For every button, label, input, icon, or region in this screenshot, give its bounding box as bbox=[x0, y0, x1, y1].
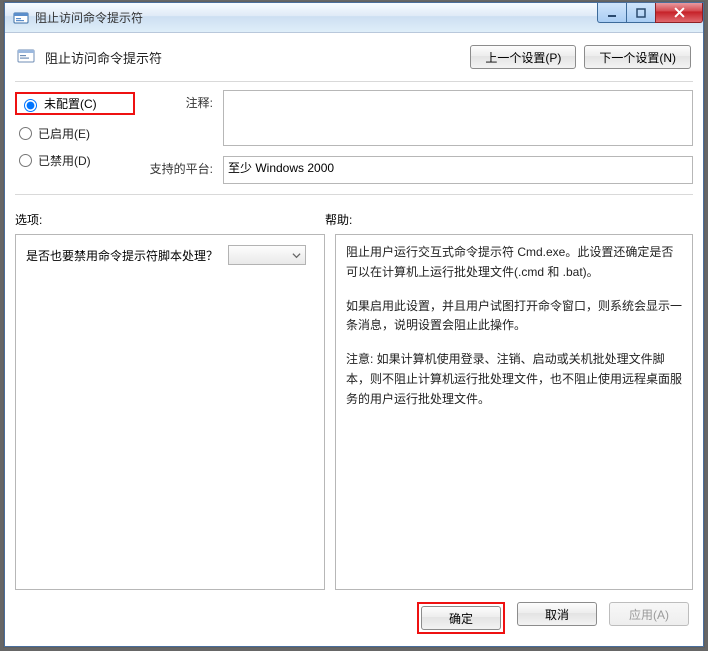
previous-setting-button[interactable]: 上一个设置(P) bbox=[470, 45, 576, 69]
maximize-button[interactable] bbox=[626, 3, 656, 23]
header-row: 阻止访问命令提示符 上一个设置(P) 下一个设置(N) bbox=[15, 41, 693, 79]
close-button[interactable] bbox=[655, 3, 703, 23]
radio-disabled-label: 已禁用(D) bbox=[38, 152, 91, 169]
option-script-select[interactable] bbox=[228, 245, 306, 265]
help-header: 帮助: bbox=[325, 211, 693, 228]
options-header: 选项: bbox=[15, 211, 325, 228]
help-paragraph: 阻止用户运行交互式命令提示符 Cmd.exe。此设置还确定是否可以在计算机上运行… bbox=[346, 243, 682, 283]
radio-enabled[interactable]: 已启用(E) bbox=[15, 125, 135, 142]
supported-label: 支持的平台: bbox=[139, 156, 219, 184]
window-title: 阻止访问命令提示符 bbox=[35, 9, 143, 26]
separator-2 bbox=[15, 194, 693, 195]
panes: 是否也要禁用命令提示符脚本处理？ 阻止用户运行交互式命令提示符 Cmd.exe。… bbox=[15, 234, 693, 590]
comment-label: 注释: bbox=[139, 90, 219, 146]
dialog-footer: 确定 取消 应用(A) bbox=[15, 590, 693, 636]
cancel-button[interactable]: 取消 bbox=[517, 602, 597, 626]
config-section: 未配置(C) 已启用(E) 已禁用(D) 注释: 支持的平台: bbox=[15, 90, 693, 192]
supported-platforms bbox=[223, 156, 693, 184]
radio-not-configured-label: 未配置(C) bbox=[44, 95, 97, 112]
comment-input[interactable] bbox=[223, 90, 693, 146]
policy-title: 阻止访问命令提示符 bbox=[45, 48, 162, 67]
ok-button[interactable]: 确定 bbox=[421, 606, 501, 630]
client-area: 阻止访问命令提示符 上一个设置(P) 下一个设置(N) 未配置(C) 已启用(E… bbox=[5, 33, 703, 646]
state-radios: 未配置(C) 已启用(E) 已禁用(D) bbox=[15, 90, 135, 184]
titlebar: 阻止访问命令提示符 bbox=[5, 3, 703, 33]
policy-icon bbox=[17, 48, 37, 66]
window-controls bbox=[598, 3, 703, 23]
apply-button[interactable]: 应用(A) bbox=[609, 602, 689, 626]
next-setting-button[interactable]: 下一个设置(N) bbox=[584, 45, 691, 69]
help-paragraph: 注意: 如果计算机使用登录、注销、启动或关机批处理文件脚本，则不阻止计算机运行批… bbox=[346, 350, 682, 409]
radio-disabled-input[interactable] bbox=[19, 154, 32, 167]
minimize-button[interactable] bbox=[597, 3, 627, 23]
app-icon bbox=[13, 10, 29, 26]
help-paragraph: 如果启用此设置，并且用户试图打开命令窗口，则系统会显示一条消息，说明设置会阻止此… bbox=[346, 297, 682, 337]
dialog-window: 阻止访问命令提示符 bbox=[4, 2, 704, 647]
help-pane: 阻止用户运行交互式命令提示符 Cmd.exe。此设置还确定是否可以在计算机上运行… bbox=[335, 234, 693, 590]
radio-enabled-input[interactable] bbox=[19, 127, 32, 140]
pane-headers: 选项: 帮助: bbox=[15, 211, 693, 228]
radio-not-configured[interactable]: 未配置(C) bbox=[15, 92, 135, 115]
ok-highlight: 确定 bbox=[417, 602, 505, 634]
separator bbox=[15, 81, 693, 82]
radio-disabled[interactable]: 已禁用(D) bbox=[15, 152, 135, 169]
chevron-down-icon bbox=[292, 251, 301, 260]
option-script-label: 是否也要禁用命令提示符脚本处理？ bbox=[26, 247, 218, 264]
radio-enabled-label: 已启用(E) bbox=[38, 125, 90, 142]
help-text-scroll[interactable]: 阻止用户运行交互式命令提示符 Cmd.exe。此设置还确定是否可以在计算机上运行… bbox=[336, 235, 692, 589]
options-pane: 是否也要禁用命令提示符脚本处理？ bbox=[15, 234, 325, 590]
radio-not-configured-input[interactable] bbox=[24, 99, 37, 112]
